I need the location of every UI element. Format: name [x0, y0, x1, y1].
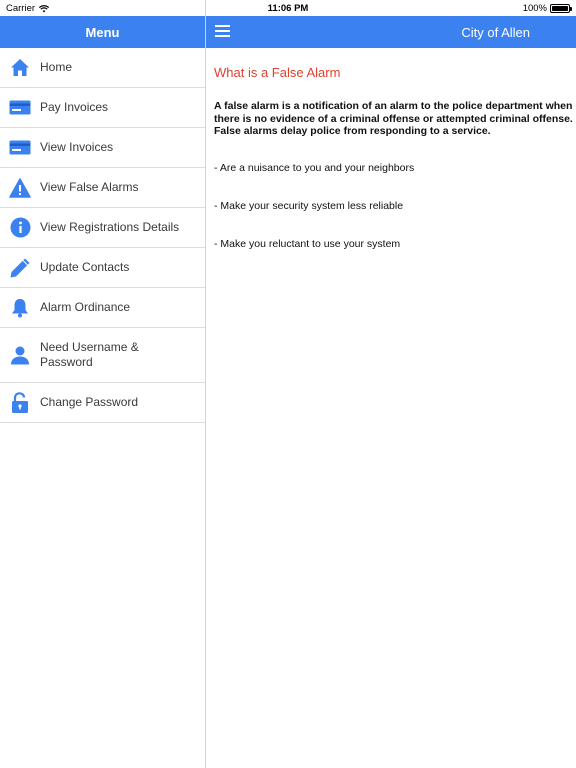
pencil-icon — [0, 248, 40, 288]
sidebar-item-pay-invoices[interactable]: Pay Invoices — [0, 88, 205, 128]
bell-icon — [0, 288, 40, 328]
sidebar-item-alarm-ordinance[interactable]: Alarm Ordinance — [0, 288, 205, 328]
sidebar-item-label: Need Username & Password — [40, 340, 139, 369]
sidebar-item-label: Home — [40, 60, 73, 74]
clock: 11:06 PM — [267, 3, 309, 14]
sidebar-item-view-invoices[interactable]: View Invoices — [0, 128, 205, 168]
user-icon — [0, 328, 40, 383]
content-heading: What is a False Alarm — [214, 65, 341, 80]
credit-card-icon — [0, 128, 40, 168]
sidebar-item-label: View Registrations Details — [40, 220, 180, 234]
home-icon — [0, 48, 40, 88]
intro-paragraph: A false alarm is a notification of an al… — [214, 100, 573, 137]
status-bar: Carrier 11:06 PM 100% — [0, 0, 576, 16]
sidebar-item-home[interactable]: Home — [0, 48, 205, 88]
sidebar-menu: Home Pay Invoices View Invoices View Fal… — [0, 48, 205, 423]
sidebar-item-update-contacts[interactable]: Update Contacts — [0, 248, 205, 288]
battery-percent: 100% — [522, 3, 547, 14]
sidebar-item-label: View False Alarms — [40, 180, 139, 194]
list-item: - Are a nuisance to you and your neighbo… — [214, 161, 415, 174]
page-title: City of Allen — [461, 25, 530, 40]
list-item: - Make you reluctant to use your system — [214, 237, 401, 250]
sidebar-item-view-registrations-details[interactable]: View Registrations Details — [0, 208, 205, 248]
battery-fill — [552, 6, 568, 11]
battery-icon — [550, 4, 572, 13]
sidebar-item-view-false-alarms[interactable]: View False Alarms — [0, 168, 205, 208]
unlock-icon — [0, 383, 40, 423]
sidebar-item-label: View Invoices — [40, 140, 114, 154]
credit-card-icon — [0, 88, 40, 128]
list-item: - Make your security system less reliabl… — [214, 199, 404, 212]
sidebar-title: Menu — [85, 24, 120, 40]
sidebar-item-label: Update Contacts — [40, 260, 130, 274]
content-panel: What is a False Alarm A false alarm is a… — [206, 48, 576, 768]
sidebar-item-change-password[interactable]: Change Password — [0, 383, 205, 423]
main-header: City of Allen — [206, 16, 576, 48]
sidebar-item-label: Change Password — [40, 395, 139, 409]
sidebar-header: Menu — [0, 16, 205, 48]
warning-icon — [0, 168, 40, 208]
info-icon — [0, 208, 40, 248]
sidebar-item-label: Pay Invoices — [40, 100, 109, 114]
sidebar-item-need-username-password[interactable]: Need Username & Password — [0, 328, 205, 383]
sidebar-item-label: Alarm Ordinance — [40, 300, 131, 314]
